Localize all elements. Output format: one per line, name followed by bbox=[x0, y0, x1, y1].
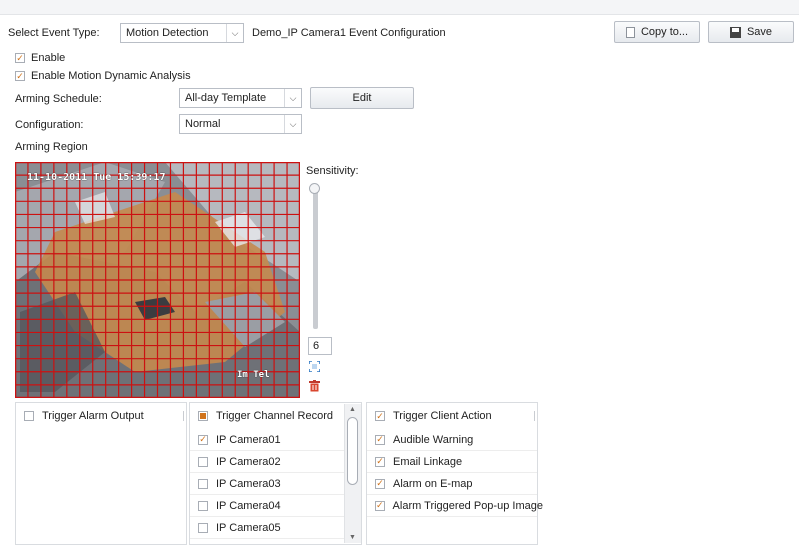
chevron-down-icon: ⌵ bbox=[284, 89, 301, 107]
arming-region-label: Arming Region bbox=[15, 141, 88, 153]
camera-label: IP Camera05 bbox=[216, 521, 281, 534]
arming-schedule-select[interactable]: All-day Template ⌵ bbox=[179, 88, 302, 108]
action-checkbox[interactable]: ✓ bbox=[375, 434, 385, 445]
action-label: Email Linkage bbox=[393, 455, 463, 468]
event-toolbar: Select Event Type: Motion Detection ⌵ De… bbox=[0, 15, 799, 50]
client-action-checkbox[interactable]: ✓ bbox=[375, 411, 385, 421]
action-label: Alarm on E-map bbox=[393, 477, 473, 490]
event-type-label: Select Event Type: bbox=[8, 27, 100, 39]
column-separator bbox=[534, 411, 535, 421]
camera-label: IP Camera02 bbox=[216, 455, 281, 468]
channel-record-label: Trigger Channel Record bbox=[216, 410, 333, 422]
list-item[interactable]: IP Camera04 bbox=[190, 495, 361, 517]
dynamic-analysis-checkbox[interactable]: ✓ bbox=[15, 71, 25, 81]
window-top-strip bbox=[0, 0, 799, 15]
edit-schedule-button[interactable]: Edit bbox=[310, 87, 414, 109]
edit-label: Edit bbox=[352, 92, 372, 104]
configuration-value: Normal bbox=[185, 118, 221, 130]
arming-schedule-value: All-day Template bbox=[185, 92, 267, 104]
camera-label: IP Camera04 bbox=[216, 499, 281, 512]
camera-label: IP Camera01 bbox=[216, 433, 281, 446]
save-button[interactable]: Save bbox=[708, 21, 794, 43]
copy-icon bbox=[625, 26, 635, 38]
scroll-down-icon[interactable]: ▼ bbox=[349, 534, 356, 541]
camera-frame bbox=[15, 162, 300, 398]
config-title: Demo_IP Camera1 Event Configuration bbox=[252, 27, 446, 39]
camera-label: IP Camera03 bbox=[216, 477, 281, 490]
chevron-down-icon: ⌵ bbox=[284, 115, 301, 133]
camera-checkbox[interactable] bbox=[198, 478, 208, 489]
list-item[interactable]: ✓ Email Linkage bbox=[367, 451, 537, 473]
list-item[interactable]: ✓ Audible Warning bbox=[367, 429, 537, 451]
scroll-up-icon[interactable]: ▲ bbox=[349, 406, 356, 413]
enable-label: Enable bbox=[31, 52, 66, 64]
scrollbar-thumb[interactable] bbox=[347, 417, 358, 485]
alarm-output-panel: Trigger Alarm Output bbox=[15, 402, 187, 545]
event-type-select[interactable]: Motion Detection ⌵ bbox=[120, 23, 244, 43]
channel-record-header-row[interactable]: Trigger Channel Record bbox=[190, 403, 361, 429]
osd-timestamp: 11-10-2011 Tue 15:39:17 bbox=[27, 172, 166, 183]
copy-to-button[interactable]: Copy to... bbox=[614, 21, 700, 43]
sensitivity-slider-handle[interactable] bbox=[309, 183, 320, 194]
action-label: Audible Warning bbox=[393, 433, 474, 446]
client-action-header-row[interactable]: ✓ Trigger Client Action bbox=[367, 403, 537, 429]
fullscreen-icon[interactable] bbox=[308, 360, 321, 373]
sensitivity-value-field[interactable]: 6 bbox=[308, 337, 332, 355]
arming-schedule-label: Arming Schedule: bbox=[15, 93, 102, 105]
list-item[interactable]: ✓ Alarm Triggered Pop-up Image bbox=[367, 495, 543, 517]
enable-checkbox[interactable]: ✓ bbox=[15, 53, 25, 63]
configuration-label: Configuration: bbox=[15, 119, 84, 131]
client-action-panel: ✓ Trigger Client Action ✓ Audible Warning… bbox=[366, 402, 543, 545]
arming-region-grid[interactable]: 11-10-2011 Tue 15:39:17 Im Tel bbox=[15, 162, 300, 398]
action-checkbox[interactable]: ✓ bbox=[375, 478, 385, 489]
camera-checkbox[interactable] bbox=[198, 522, 208, 533]
list-item[interactable]: ✓ IP Camera01 bbox=[190, 429, 361, 451]
sensitivity-label: Sensitivity: bbox=[306, 165, 359, 177]
action-label: Alarm Triggered Pop-up Image bbox=[392, 499, 543, 512]
dynamic-analysis-label: Enable Motion Dynamic Analysis bbox=[31, 70, 191, 82]
alarm-output-label: Trigger Alarm Output bbox=[42, 410, 144, 422]
list-item[interactable]: IP Camera05 bbox=[190, 517, 361, 539]
alarm-output-row[interactable]: Trigger Alarm Output bbox=[16, 403, 186, 429]
dynamic-analysis-option[interactable]: ✓ Enable Motion Dynamic Analysis bbox=[15, 69, 191, 83]
channel-record-panel: Trigger Channel Record ✓ IP Camera01 IP C… bbox=[189, 402, 362, 545]
event-type-value: Motion Detection bbox=[126, 27, 209, 39]
chevron-down-icon: ⌵ bbox=[226, 24, 243, 42]
list-item[interactable]: IP Camera03 bbox=[190, 473, 361, 495]
configuration-select[interactable]: Normal ⌵ bbox=[179, 114, 302, 134]
floppy-disk-icon bbox=[729, 26, 741, 38]
osd-camera-name: Im Tel bbox=[237, 370, 270, 380]
camera-checkbox[interactable] bbox=[198, 500, 208, 511]
trash-icon[interactable] bbox=[309, 380, 320, 392]
channel-list-scrollbar[interactable]: ▲ ▼ bbox=[344, 404, 361, 543]
enable-option[interactable]: ✓ Enable bbox=[15, 51, 65, 65]
sensitivity-slider-track[interactable] bbox=[313, 184, 318, 329]
action-checkbox[interactable]: ✓ bbox=[375, 500, 385, 511]
action-checkbox[interactable]: ✓ bbox=[375, 456, 385, 467]
list-item[interactable]: ✓ Alarm on E-map bbox=[367, 473, 537, 495]
camera-checkbox[interactable] bbox=[198, 456, 208, 467]
list-item[interactable]: IP Camera02 bbox=[190, 451, 361, 473]
client-action-label: Trigger Client Action bbox=[393, 410, 492, 422]
column-separator bbox=[183, 411, 184, 421]
copy-to-label: Copy to... bbox=[640, 26, 689, 38]
save-label: Save bbox=[746, 26, 773, 38]
alarm-output-checkbox[interactable] bbox=[24, 411, 34, 421]
camera-checkbox[interactable]: ✓ bbox=[198, 434, 208, 445]
channel-record-checkbox[interactable] bbox=[198, 411, 208, 421]
